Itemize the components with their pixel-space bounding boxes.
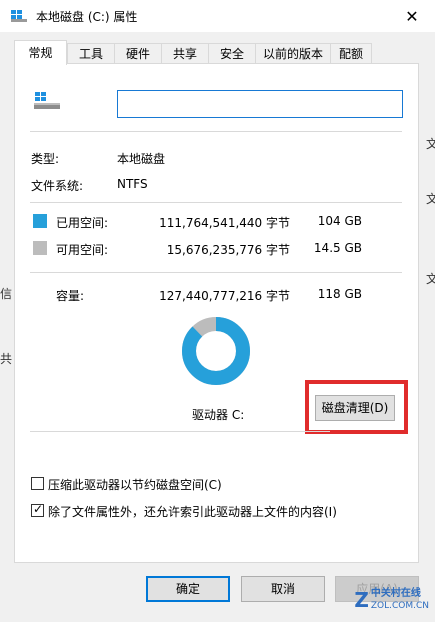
used-space-arc [182,317,250,385]
drive-title-icon [10,9,28,26]
background-text: 共 [0,352,13,366]
close-icon[interactable]: ✕ [389,0,435,32]
filesystem-value: NTFS [117,177,148,191]
compress-checkbox[interactable] [31,477,44,490]
free-space-swatch [33,241,47,255]
free-space-gb: 14.5 GB [313,241,362,255]
index-label: 除了文件属性外，还允许索引此驱动器上文件的内容(I) [48,505,337,519]
free-space-label: 可用空间: [56,243,109,257]
capacity-bytes: 127,440,777,216 字节 [159,289,290,303]
used-space-swatch [33,214,47,228]
background-text: 文 [426,192,435,206]
type-value: 本地磁盘 [117,152,166,166]
tab-tools[interactable]: 工具 [67,43,115,64]
zol-logo-icon: Z [354,588,369,612]
highlight-box [305,380,408,434]
used-space-label: 已用空间: [56,216,109,230]
watermark-en: ZOL.COM.CN [370,601,429,611]
divider [30,431,330,432]
used-space-gb: 104 GB [317,214,362,228]
tab-hardware[interactable]: 硬件 [114,43,162,64]
checkmark-icon: ✓ [33,502,44,516]
filesystem-label: 文件系统: [31,179,84,193]
divider [30,272,402,273]
usage-donut-chart [182,317,250,385]
ok-button[interactable]: 确定 [146,576,230,602]
tab-quota[interactable]: 配额 [330,43,372,64]
window-title: 本地磁盘 (C:) 属性 [36,10,138,24]
tab-sharing[interactable]: 共享 [161,43,209,64]
used-space-bytes: 111,764,541,440 字节 [159,216,290,230]
drive-name-input[interactable] [117,90,403,118]
free-space-bytes: 15,676,235,776 字节 [166,243,290,257]
divider [30,202,402,203]
cancel-button[interactable]: 取消 [241,576,325,602]
drive-icon [32,90,62,117]
watermark-cn: 中关村在线 [370,588,421,599]
drive-label: 驱动器 C: [192,408,245,422]
divider [30,131,402,132]
tab-previous-versions[interactable]: 以前的版本 [255,43,331,64]
tab-general[interactable]: 常规 [14,40,67,65]
type-label: 类型: [31,152,60,166]
background-text: 信 [0,287,13,301]
title-bar: 本地磁盘 (C:) 属性 ✕ [0,0,435,32]
index-checkbox[interactable]: ✓ [31,502,44,517]
capacity-gb: 118 GB [317,287,362,301]
compress-label: 压缩此驱动器以节约磁盘空间(C) [48,478,222,492]
background-text: 文 [426,137,435,151]
zol-watermark: Z 中关村在线 ZOL.COM.CN [354,588,429,612]
capacity-label: 容量: [56,289,85,303]
background-text: 文 [426,272,435,286]
tab-security[interactable]: 安全 [208,43,256,64]
